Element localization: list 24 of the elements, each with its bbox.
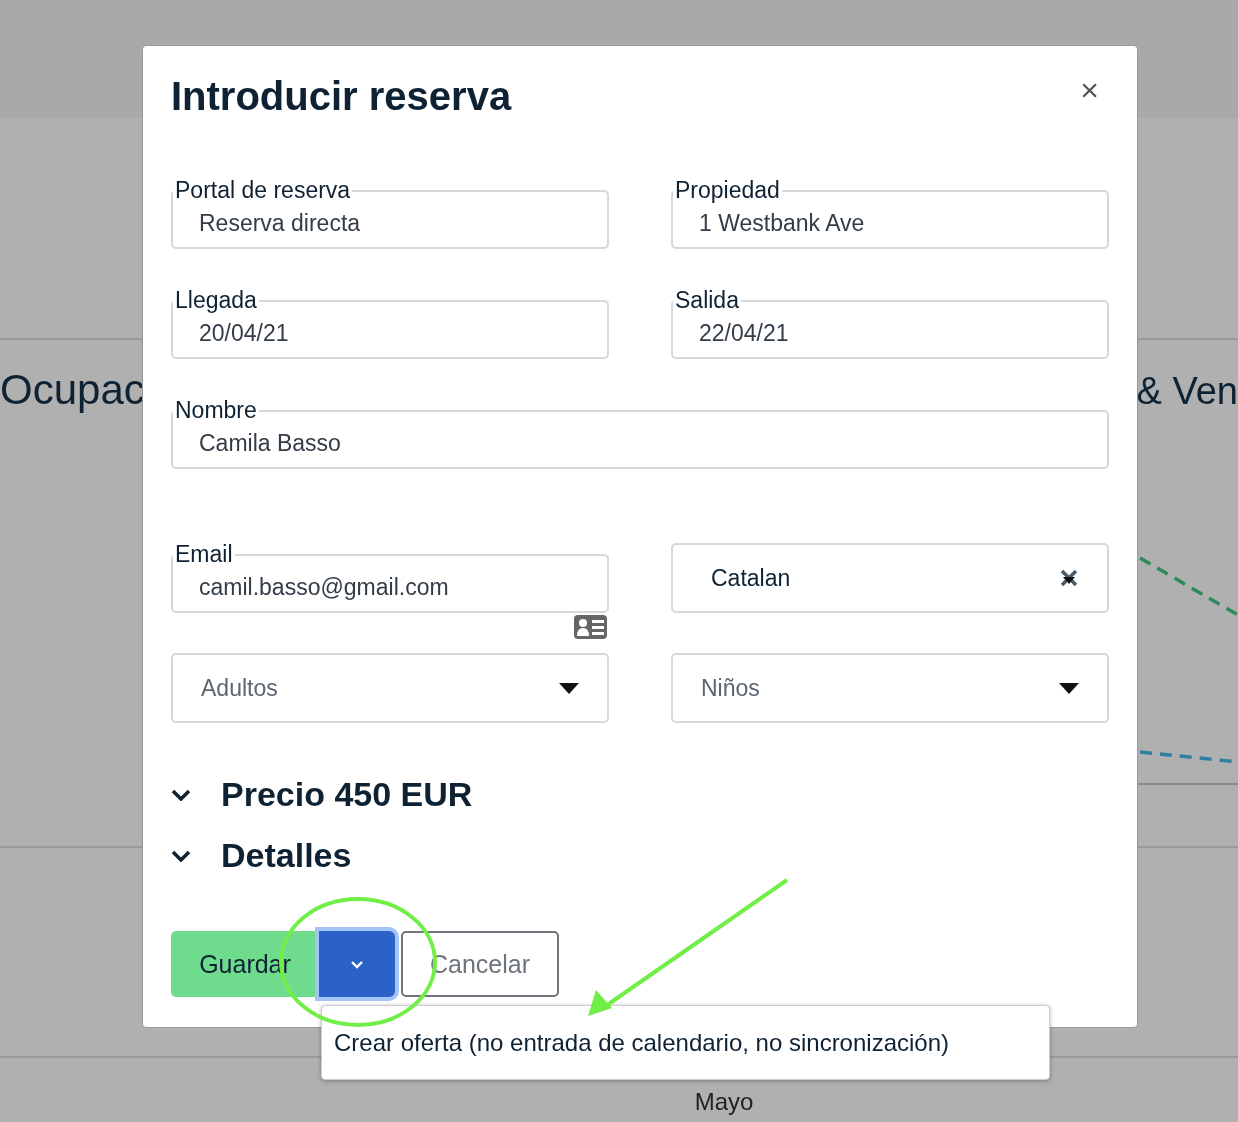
dropdown-field[interactable]: Adultos (171, 653, 609, 723)
caret-down-icon (1059, 682, 1079, 694)
dialog-title: Introducir reserva (171, 74, 512, 119)
input-field[interactable]: Nombre Camila Basso (171, 399, 1109, 469)
section-heading: Ocupac (0, 366, 145, 414)
section-toggle[interactable]: Detalles (171, 836, 1109, 875)
input-field[interactable]: Salida 22/04/21 (671, 289, 1109, 359)
clear-icon[interactable] (1059, 568, 1079, 588)
input-field[interactable]: Llegada 20/04/21 (171, 289, 609, 359)
select-field[interactable]: Catalan (671, 543, 1109, 613)
section-toggle[interactable]: Precio 450 EUR (171, 775, 1109, 814)
input-field[interactable]: Portal de reserva Reserva directa (171, 179, 609, 249)
close-button[interactable]: × (1070, 74, 1109, 106)
contact-card-icon[interactable] (574, 615, 607, 639)
chevron-down-icon (350, 959, 364, 969)
menu-item[interactable]: Crear oferta (no entrada de calendario, no sincronización) (334, 1028, 949, 1057)
section-heading: & Ven (1136, 370, 1238, 413)
input-field[interactable]: Propiedad 1 Westbank Ave (671, 179, 1109, 249)
caret-down-icon (559, 682, 579, 694)
input-field[interactable]: Email camil.basso@gmail.com (171, 543, 609, 613)
dropdown-field[interactable]: Niños (671, 653, 1109, 723)
axis-label: Mayo (694, 1088, 754, 1117)
chevron-down-icon (171, 849, 191, 862)
chevron-down-icon (171, 788, 191, 801)
